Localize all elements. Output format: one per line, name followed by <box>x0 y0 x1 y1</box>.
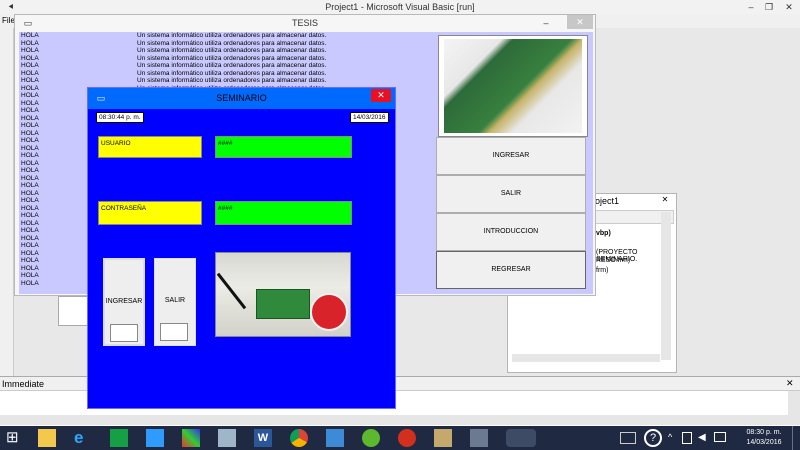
list-item: HOLA Un sistema informático utiliza orden… <box>21 77 326 85</box>
file-explorer-icon[interactable] <box>38 429 56 447</box>
network-card-icon <box>256 289 310 319</box>
description-text: Un sistema informático utiliza ordenador… <box>137 54 327 62</box>
app-icon[interactable] <box>326 429 344 447</box>
windows-start-icon[interactable]: ⊞ <box>6 429 24 447</box>
contrasena-field[interactable]: #### <box>215 201 352 225</box>
horizontal-scrollbar[interactable] <box>512 354 660 362</box>
seminario-window: SEMINARIO ▭ ✕ 08:30:44 p. m. 14/03/2016 … <box>87 87 396 409</box>
hola-label: HOLA <box>21 62 39 69</box>
list-item: HOLA Un sistema informático utiliza orden… <box>21 62 326 70</box>
list-item: HOLA Un sistema informático utiliza orden… <box>21 47 326 55</box>
network-card-image <box>215 252 351 337</box>
close-icon[interactable]: ✕ <box>567 15 593 29</box>
date-label: 14/03/2016 <box>350 112 389 123</box>
regresar-button[interactable]: REGRESAR <box>436 251 586 289</box>
list-item: HOLA Un sistema informático utiliza orden… <box>21 32 326 40</box>
hola-label: HOLA <box>21 47 39 54</box>
description-text: Un sistema informático utiliza ordenador… <box>137 69 327 77</box>
description-text: Un sistema informático utiliza ordenador… <box>137 62 327 69</box>
description-text: Un sistema informático utiliza ordenador… <box>137 47 327 54</box>
volume-icon[interactable]: ◀ <box>698 432 706 443</box>
minimize-icon[interactable]: – <box>742 1 760 13</box>
description-text: Un sistema informático utiliza ordenador… <box>137 32 327 39</box>
salir-textbox[interactable] <box>160 323 188 341</box>
usuario-field[interactable]: #### <box>215 136 352 158</box>
tesis-button-stack: INGRESAR SALIR INTRODUCCION REGRESAR <box>436 137 588 291</box>
time-label: 08:30:44 p. m. <box>96 112 144 123</box>
vertical-scrollbar[interactable] <box>788 391 800 415</box>
list-item: HOLA Un sistema informático utiliza orden… <box>21 70 326 78</box>
vb-running-icon[interactable] <box>470 429 488 447</box>
horizontal-scrollbar[interactable] <box>0 415 800 425</box>
keyboard-icon[interactable] <box>620 432 636 444</box>
flash-icon[interactable] <box>398 429 416 447</box>
restore-icon[interactable]: ❐ <box>760 1 778 13</box>
salir-panel[interactable]: SALIR <box>154 258 196 346</box>
project-line-4[interactable]: frm) <box>596 267 608 274</box>
hola-label: HOLA <box>21 69 39 77</box>
immediate-title: Immediate <box>2 379 45 389</box>
dreamweaver-icon[interactable] <box>362 429 380 447</box>
hola-label: HOLA <box>21 77 39 84</box>
list-item: HOLA Un sistema informático utiliza orden… <box>21 55 326 63</box>
menu-file[interactable]: File <box>2 16 15 25</box>
hola-label: HOLA <box>21 39 39 47</box>
description-text: Un sistema informático utiliza ordenador… <box>137 39 327 47</box>
store-icon[interactable] <box>110 429 128 447</box>
pcb-image-frame <box>438 35 588 137</box>
taskbar-time[interactable]: 08:30 p. m. <box>742 429 786 436</box>
motherboard-image <box>444 39 582 133</box>
cd-disc-icon <box>310 293 348 331</box>
minimize-icon[interactable]: – <box>537 17 555 29</box>
network-icon[interactable] <box>682 432 692 444</box>
vb-app-icon[interactable] <box>434 429 452 447</box>
close-icon[interactable]: ✕ <box>780 1 798 13</box>
vb-app-icon: ⯇ <box>7 2 15 12</box>
close-icon[interactable]: ✕ <box>786 378 794 389</box>
close-icon[interactable]: ✕ <box>371 89 391 102</box>
ingresar-label: INGRESAR <box>105 298 143 305</box>
ingresar-panel[interactable]: INGRESAR <box>103 258 145 346</box>
chevron-up-icon[interactable]: ^ <box>668 432 672 442</box>
form-icon: ▭ <box>23 18 33 28</box>
list-item: HOLA Un sistema informático utiliza orden… <box>21 40 326 48</box>
introduccion-button[interactable]: INTRODUCCION <box>436 213 586 251</box>
seminario-title: SEMINARIO <box>216 93 267 103</box>
chrome-window-icon[interactable] <box>506 429 536 447</box>
seminario-title-bar: SEMINARIO <box>88 88 395 109</box>
word-icon[interactable]: W <box>254 429 272 447</box>
vb-title-bar: Project1 - Microsoft Visual Basic [run] <box>0 0 800 14</box>
battery-icon[interactable] <box>714 432 726 442</box>
taskbar-date[interactable]: 14/03/2016 <box>742 439 786 446</box>
project-line-1[interactable]: vbp) <box>596 230 611 237</box>
salir-label: SALIR <box>164 297 186 304</box>
tesis-title: TESIS <box>291 18 318 28</box>
photos-app-icon[interactable] <box>182 429 200 447</box>
dropbox-icon[interactable] <box>146 429 164 447</box>
salir-button[interactable]: SALIR <box>436 175 586 213</box>
ingresar-textbox[interactable] <box>110 324 138 342</box>
form-icon: ▭ <box>96 93 106 103</box>
remote-desktop-icon[interactable] <box>218 429 236 447</box>
hola-label: HOLA <box>21 54 39 62</box>
windows-taskbar: ⊞ e W ? ^ ◀ 08:30 p. m. 14/03/2016 <box>0 426 800 450</box>
vertical-scrollbar[interactable] <box>661 212 671 360</box>
project-line-3[interactable]: RESO.frm) <box>596 257 630 264</box>
internet-explorer-icon[interactable]: e <box>74 429 92 447</box>
project-title: roject1 <box>592 196 620 206</box>
contrasena-label: CONTRASEÑA <box>98 201 202 225</box>
usuario-label: USUARIO <box>98 136 202 158</box>
hola-label: HOLA <box>21 32 39 39</box>
window-title: Project1 - Microsoft Visual Basic [run] <box>325 2 475 12</box>
show-desktop-button[interactable] <box>792 426 800 450</box>
ingresar-button[interactable]: INGRESAR <box>436 137 586 175</box>
description-text: Un sistema informático utiliza ordenador… <box>137 77 327 84</box>
tesis-title-bar: TESIS <box>15 15 595 31</box>
chrome-icon[interactable] <box>290 429 308 447</box>
help-icon[interactable]: ? <box>644 429 662 447</box>
toolbox-strip <box>0 28 14 376</box>
close-icon[interactable]: ✕ <box>658 195 672 207</box>
